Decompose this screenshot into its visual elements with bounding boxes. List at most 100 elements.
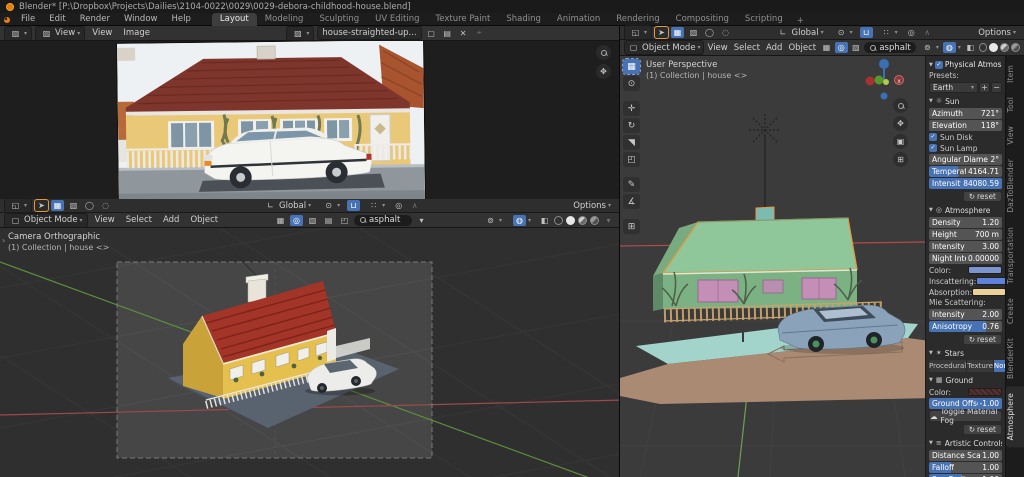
menu-vp-add[interactable]: Add: [159, 214, 183, 226]
snap-menu-dropdown[interactable]: ∷ ▾: [876, 26, 902, 39]
editor-type-button[interactable]: ◱ ▾: [624, 25, 652, 40]
panel-header[interactable]: ▼ ✓ Physical Atmosphere: [929, 58, 1002, 71]
sun-reset-button[interactable]: ↻reset: [963, 191, 1002, 202]
sun-lamp-checkbox[interactable]: ✓Sun Lamp: [929, 143, 1002, 153]
menu-window[interactable]: Window: [117, 13, 165, 26]
npanel-tab-view[interactable]: View: [1006, 119, 1024, 152]
workspace-tab-uvediting[interactable]: UV Editing: [367, 13, 427, 26]
shading-material-icon[interactable]: [578, 216, 587, 225]
orientation-dropdown[interactable]: ∟ Global▾: [773, 26, 828, 39]
pin-icon[interactable]: ⌖: [473, 28, 486, 39]
camera-viewport-canvas[interactable]: › Camera Orthographic (1) Collection | h…: [0, 228, 619, 477]
zoom-icon[interactable]: [596, 45, 611, 60]
absorption-field[interactable]: Absorption:: [929, 287, 1002, 297]
open-image-icon[interactable]: ▤: [441, 28, 454, 39]
preset-dropdown[interactable]: Earth▾: [929, 82, 978, 93]
menu-ie-view[interactable]: View: [88, 27, 116, 39]
panel-checkbox-icon[interactable]: ✓: [935, 61, 943, 69]
tool-scale[interactable]: ◥: [623, 135, 640, 150]
preset-add-button[interactable]: +: [979, 82, 990, 93]
mode-globe-icon[interactable]: ◎: [835, 42, 848, 53]
npanel-tab-atmosphere[interactable]: Atmosphere: [1006, 386, 1024, 447]
menu-file[interactable]: File: [14, 13, 42, 26]
snap-magnet-icon[interactable]: ⊔: [347, 200, 360, 211]
overlays-dropdown[interactable]: ◍ ▾: [942, 41, 962, 54]
select-box-alt-icon[interactable]: ▧: [67, 200, 80, 211]
pivot-dropdown[interactable]: ⊙ ▾: [831, 26, 857, 39]
shading-solid-icon[interactable]: [989, 43, 998, 52]
section-stars[interactable]: ▼✶ Stars: [929, 347, 1002, 359]
mode-tex-icon[interactable]: ▤: [322, 215, 335, 226]
atmosphere-color-field[interactable]: Color:: [929, 265, 1002, 275]
tool-add-cube[interactable]: ⊞: [623, 219, 640, 234]
options-dropdown[interactable]: Options▾: [974, 27, 1020, 39]
shading-material-icon[interactable]: [1000, 43, 1009, 52]
xray-icon[interactable]: ◧: [538, 215, 551, 226]
mode-globe-icon[interactable]: ◎: [290, 215, 303, 226]
menu-vp-add[interactable]: Add: [764, 42, 784, 54]
pan-hand-icon[interactable]: ✥: [596, 64, 611, 79]
menu-edit[interactable]: Edit: [42, 13, 72, 26]
mode-transfer-icon[interactable]: ▦: [820, 42, 833, 53]
elevation-slider[interactable]: Elevation118°: [929, 120, 1002, 131]
menu-vp-view[interactable]: View: [706, 42, 730, 54]
shading-wireframe-icon[interactable]: [554, 216, 563, 225]
new-image-icon[interactable]: ▢: [425, 28, 438, 39]
proportional-edit-icon[interactable]: ◎: [905, 27, 918, 38]
unlink-image-icon[interactable]: ✕: [457, 28, 470, 39]
mie-intensity-slider[interactable]: Intensity2.00: [929, 309, 1002, 320]
temperature-slider[interactable]: Temperature K4164.71: [929, 166, 1002, 177]
select-circle-icon[interactable]: ◯: [703, 27, 716, 38]
select-circle-icon[interactable]: ◯: [83, 200, 96, 211]
shading-dropdown-icon[interactable]: ▾: [602, 215, 615, 226]
tool-measure[interactable]: ∡: [623, 194, 640, 209]
mode-transfer-icon[interactable]: ▦: [274, 215, 287, 226]
color-swatch[interactable]: [968, 388, 1002, 396]
menu-ie-image[interactable]: Image: [119, 27, 154, 39]
workspace-tab-rendering[interactable]: Rendering: [608, 13, 667, 26]
pivot-dropdown[interactable]: ⊙ ▾: [318, 199, 344, 212]
image-browse-button[interactable]: ▨ ▾: [286, 26, 314, 41]
perspective-viewport-canvas[interactable]: ▦ ⊙ ✛ ↻ ◥ ◰ ✎ ∡ ⊞ User Perspective (1) C…: [620, 56, 1024, 477]
image-name-field[interactable]: house-straighted-up...: [317, 26, 421, 40]
toolbar-expand-arrow[interactable]: ›: [2, 236, 5, 245]
mode-dropdown[interactable]: ▢ Object Mode▾: [4, 213, 88, 228]
height-slider[interactable]: Height700 m: [929, 229, 1002, 240]
falloff-icon[interactable]: ∧: [408, 200, 421, 211]
search-input[interactable]: asphalt: [864, 42, 916, 53]
mode-grid-icon[interactable]: ▧: [306, 215, 319, 226]
atm-intensity-slider[interactable]: Intensity3.00: [929, 241, 1002, 252]
mode-grid-icon[interactable]: ▧: [850, 42, 863, 53]
mode-dropdown[interactable]: ▢ Object Mode▾: [624, 40, 704, 55]
workspace-tab-animation[interactable]: Animation: [549, 13, 608, 26]
xray-icon[interactable]: ◧: [964, 42, 977, 53]
section-sun[interactable]: ▼☼ Sun: [929, 95, 1002, 107]
shading-rendered-icon[interactable]: [1011, 43, 1020, 52]
menu-help[interactable]: Help: [164, 13, 197, 26]
preset-remove-button[interactable]: −: [991, 82, 1002, 93]
blender-menu-icon[interactable]: ◕: [0, 15, 14, 24]
snap-menu-dropdown[interactable]: ∷ ▾: [363, 199, 389, 212]
npanel-tab-item[interactable]: Item: [1006, 58, 1024, 90]
menu-vp-view[interactable]: View: [91, 214, 119, 226]
workspace-tab-modeling[interactable]: Modeling: [257, 13, 312, 26]
falloff-icon[interactable]: ∧: [921, 27, 934, 38]
npanel-tab-tool[interactable]: Tool: [1006, 90, 1024, 119]
section-ground[interactable]: ▼▦ Ground: [929, 374, 1002, 386]
stars-texture-button[interactable]: Texture: [967, 360, 994, 372]
menu-vp-select[interactable]: Select: [732, 42, 762, 54]
sun-disk-checkbox[interactable]: ✓Sun Disk: [929, 132, 1002, 142]
workspace-tab-texturepaint[interactable]: Texture Paint: [428, 13, 499, 26]
snap-magnet-icon[interactable]: ⊔: [860, 27, 873, 38]
menu-vp-object[interactable]: Object: [786, 42, 818, 54]
image-editor-canvas[interactable]: ✥: [0, 41, 619, 199]
inscattering-field[interactable]: Inscattering:: [929, 276, 1002, 286]
npanel-tab-transportation[interactable]: Transportation: [1006, 220, 1024, 291]
menu-render[interactable]: Render: [73, 13, 117, 26]
select-lasso-icon[interactable]: ◌: [719, 27, 732, 38]
tool-move[interactable]: ✛: [623, 101, 640, 116]
select-box-icon[interactable]: ▦: [671, 27, 684, 38]
workspace-tab-layout[interactable]: Layout: [212, 13, 257, 26]
toggle-material-fog-button[interactable]: ☁ Toggle Material Fog: [929, 410, 1002, 422]
color-swatch[interactable]: [972, 288, 1005, 296]
